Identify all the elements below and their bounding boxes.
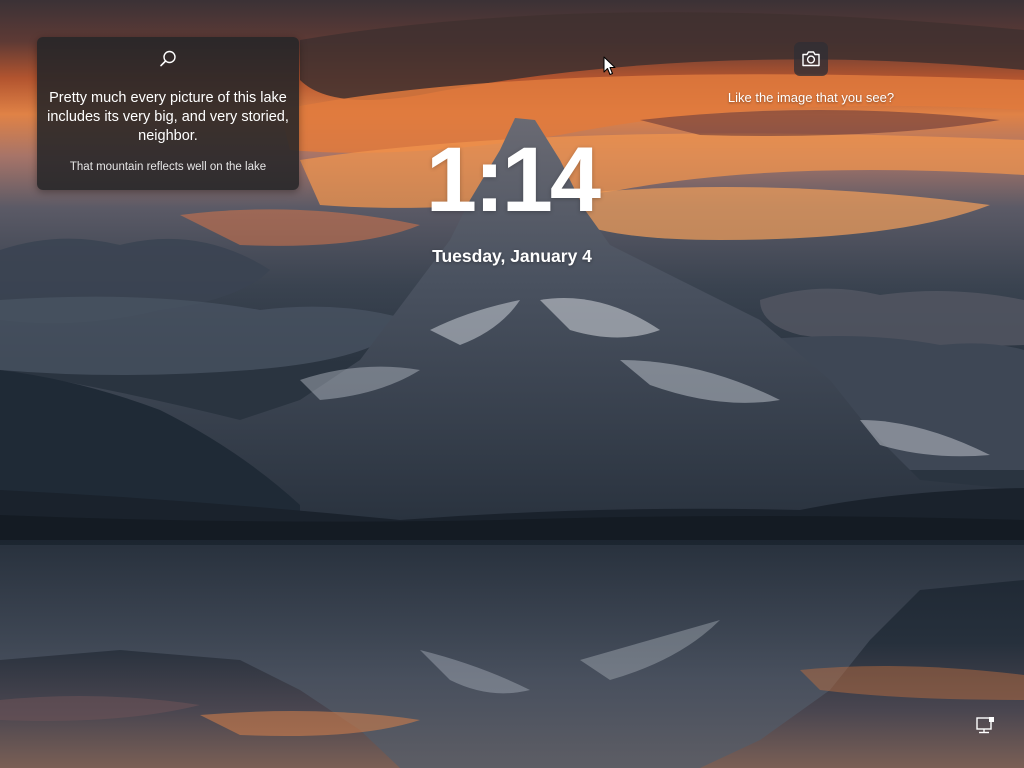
lock-screen[interactable]: Pretty much every picture of this lake i… (0, 0, 1024, 768)
search-icon[interactable] (158, 49, 178, 69)
camera-icon (802, 51, 820, 67)
lockscreen-clock: 1:14 (425, 129, 601, 231)
network-icon[interactable] (974, 715, 996, 737)
like-image-label[interactable]: Like the image that you see? (700, 89, 922, 106)
spotlight-subline: That mountain reflects well on the lake (69, 161, 267, 173)
lockscreen-date: Tuesday, January 4 (432, 246, 592, 266)
like-image-button[interactable] (794, 42, 828, 76)
spotlight-info-card[interactable]: Pretty much every picture of this lake i… (37, 37, 299, 190)
mouse-cursor-icon (603, 56, 616, 75)
spotlight-headline: Pretty much every picture of this lake i… (47, 90, 289, 144)
